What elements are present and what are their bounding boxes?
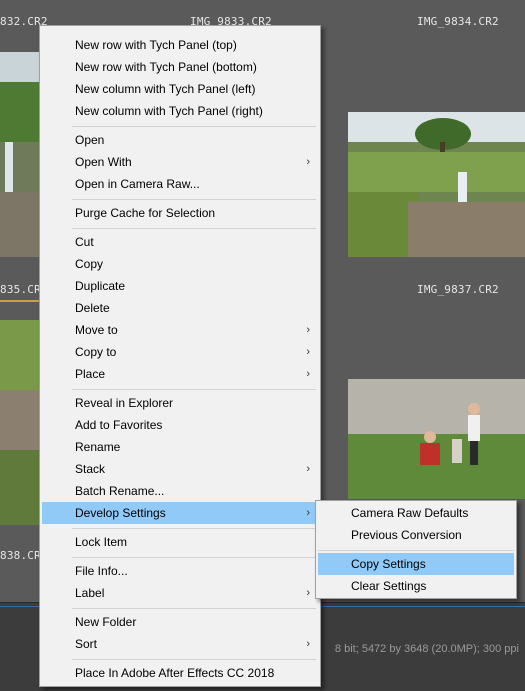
thumbnail-image[interactable] <box>0 320 39 525</box>
develop-settings-submenu: Camera Raw Defaults Previous Conversion … <box>315 500 517 599</box>
menu-item-label: New row with Tych Panel (top) <box>75 38 237 52</box>
menu-item-label: Label <box>75 586 105 600</box>
menu-item-label: Move to <box>75 323 118 337</box>
menu-item-move-to[interactable]: Move to › <box>42 319 318 341</box>
menu-item-copy-to[interactable]: Copy to › <box>42 341 318 363</box>
chevron-right-icon: › <box>306 346 310 358</box>
chevron-right-icon: › <box>306 463 310 475</box>
menu-item-develop-settings[interactable]: Develop Settings › <box>42 502 318 524</box>
menu-item-label: Copy to <box>75 345 117 359</box>
chevron-right-icon: › <box>306 156 310 168</box>
menu-item-label: Place <box>75 367 106 381</box>
menu-item-label: New row with Tych Panel (bottom) <box>75 60 257 74</box>
menu-item-label: Camera Raw Defaults <box>351 506 469 520</box>
menu-separator <box>72 199 316 200</box>
menu-item-label: Clear Settings <box>351 579 427 593</box>
menu-item-tych-right[interactable]: New column with Tych Panel (right) <box>42 100 318 122</box>
menu-item-cut[interactable]: Cut <box>42 231 318 253</box>
menu-item-tych-left[interactable]: New column with Tych Panel (left) <box>42 78 318 100</box>
context-menu: New row with Tych Panel (top) New row wi… <box>39 25 321 687</box>
menu-item-new-folder[interactable]: New Folder <box>42 611 318 633</box>
menu-item-sort[interactable]: Sort › <box>42 633 318 655</box>
menu-item-label: Open <box>75 133 105 147</box>
menu-item-place[interactable]: Place › <box>42 363 318 385</box>
menu-item-label: Copy <box>75 257 104 271</box>
menu-item-label: Develop Settings <box>75 506 166 520</box>
menu-item-batch-rename[interactable]: Batch Rename... <box>42 480 318 502</box>
menu-item-label: Add to Favorites <box>75 418 163 432</box>
menu-separator <box>72 608 316 609</box>
menu-item-label: Duplicate <box>75 279 126 293</box>
submenu-item-copy-settings[interactable]: Copy Settings <box>318 553 514 575</box>
menu-item-place-in-after-effects[interactable]: Place In Adobe After Effects CC 2018 <box>42 662 318 684</box>
menu-item-copy[interactable]: Copy <box>42 253 318 275</box>
thumbnail-image[interactable] <box>348 112 525 257</box>
menu-item-purge-cache[interactable]: Purge Cache for Selection <box>42 202 318 224</box>
menu-item-label: Sort <box>75 637 98 651</box>
thumbnail-image[interactable] <box>348 379 525 499</box>
menu-item-label: Batch Rename... <box>75 484 165 498</box>
menu-separator <box>318 550 514 551</box>
chevron-right-icon: › <box>306 587 310 599</box>
menu-item-reveal-in-explorer[interactable]: Reveal in Explorer <box>42 392 318 414</box>
menu-item-rename[interactable]: Rename <box>42 436 318 458</box>
submenu-item-previous-conversion[interactable]: Previous Conversion <box>318 524 514 546</box>
menu-item-open-camera-raw[interactable]: Open in Camera Raw... <box>42 173 318 195</box>
menu-item-label: Purge Cache for Selection <box>75 206 216 220</box>
menu-item-open[interactable]: Open <box>42 129 318 151</box>
menu-item-label-submenu[interactable]: Label › <box>42 582 318 604</box>
menu-item-label: Previous Conversion <box>351 528 462 542</box>
selection-marker <box>0 300 39 302</box>
menu-item-label: Open in Camera Raw... <box>75 177 200 191</box>
menu-item-label: Cut <box>75 235 94 249</box>
menu-item-label: Place In Adobe After Effects CC 2018 <box>75 666 275 680</box>
menu-separator <box>72 389 316 390</box>
thumbnail-filename: IMG_9834.CR2 <box>417 15 499 28</box>
menu-item-label: Lock Item <box>75 535 128 549</box>
menu-item-lock-item[interactable]: Lock Item <box>42 531 318 553</box>
chevron-right-icon: › <box>306 638 310 650</box>
menu-item-label: Rename <box>75 440 121 454</box>
thumbnail-filename: IMG_9837.CR2 <box>417 283 499 296</box>
menu-item-label: Copy Settings <box>351 557 426 571</box>
submenu-item-clear-settings[interactable]: Clear Settings <box>318 575 514 597</box>
menu-item-label: Reveal in Explorer <box>75 396 174 410</box>
menu-item-tych-bottom[interactable]: New row with Tych Panel (bottom) <box>42 56 318 78</box>
menu-separator <box>72 228 316 229</box>
menu-separator <box>72 126 316 127</box>
menu-item-label: Stack <box>75 462 106 476</box>
menu-item-duplicate[interactable]: Duplicate <box>42 275 318 297</box>
menu-item-file-info[interactable]: File Info... <box>42 560 318 582</box>
menu-item-open-with[interactable]: Open With › <box>42 151 318 173</box>
chevron-right-icon: › <box>306 368 310 380</box>
menu-item-label: File Info... <box>75 564 128 578</box>
menu-item-add-to-favorites[interactable]: Add to Favorites <box>42 414 318 436</box>
menu-item-tych-top[interactable]: New row with Tych Panel (top) <box>42 34 318 56</box>
menu-item-label: Open With <box>75 155 132 169</box>
file-info-text: 8 bit; 5472 by 3648 (20.0MP); 300 ppi <box>334 643 519 655</box>
submenu-item-camera-raw-defaults[interactable]: Camera Raw Defaults <box>318 502 514 524</box>
menu-separator <box>72 557 316 558</box>
chevron-right-icon: › <box>306 324 310 336</box>
menu-separator <box>72 659 316 660</box>
menu-item-stack[interactable]: Stack › <box>42 458 318 480</box>
menu-item-label: Delete <box>75 301 110 315</box>
menu-item-label: New Folder <box>75 615 137 629</box>
menu-item-delete[interactable]: Delete <box>42 297 318 319</box>
menu-separator <box>72 528 316 529</box>
chevron-right-icon: › <box>306 507 310 519</box>
thumbnail-image[interactable] <box>0 52 39 257</box>
menu-item-label: New column with Tych Panel (right) <box>75 104 263 118</box>
menu-item-label: New column with Tych Panel (left) <box>75 82 256 96</box>
